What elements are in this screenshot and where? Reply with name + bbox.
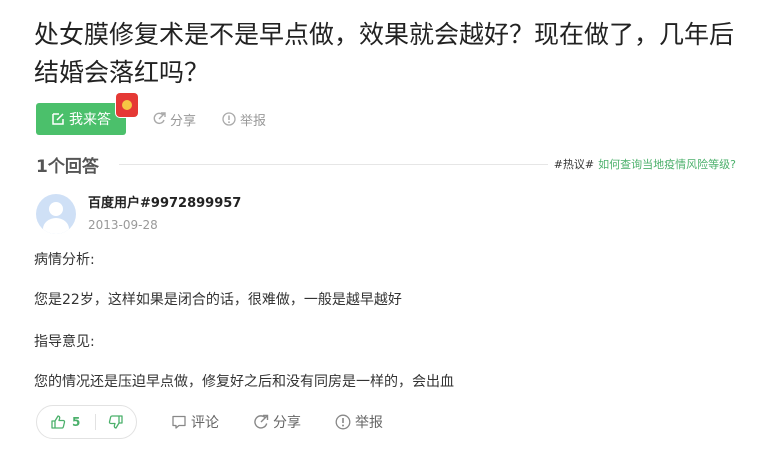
comment-label: 评论 <box>191 415 219 431</box>
like-button[interactable]: 5 <box>37 406 95 438</box>
user-name[interactable]: 百度用户#9972899957 <box>88 193 241 215</box>
red-packet-icon[interactable] <box>116 93 138 117</box>
dislike-button[interactable] <box>96 406 136 438</box>
share-label: 分享 <box>170 113 197 129</box>
answer-footer: 5 评论 分享 举报 <box>36 405 383 439</box>
thumbs-down-icon <box>108 415 123 429</box>
answer-date: 2013-09-28 <box>88 218 158 232</box>
answer-paragraph: 指导意见: <box>34 334 95 350</box>
share-link[interactable]: 分享 <box>152 110 196 129</box>
report-icon <box>222 112 236 126</box>
answers-header: 1个回答 #热议# 如何查询当地疫情风险等级? <box>36 152 736 177</box>
comment-button[interactable]: 评论 <box>171 412 219 432</box>
hot-topic-link[interactable]: 如何查询当地疫情风险等级? <box>598 156 736 172</box>
avatar[interactable] <box>36 194 76 234</box>
answer-button-label: 我来答 <box>69 112 111 128</box>
edit-icon <box>52 113 64 125</box>
report-link[interactable]: 举报 <box>222 110 266 129</box>
report-icon <box>335 414 351 430</box>
answer-paragraph: 您是22岁，这样如果是闭合的话，很难做，一般是越早越好 <box>34 292 402 308</box>
answer-author: 百度用户#9972899957 2013-09-28 <box>36 193 241 235</box>
hot-tag: #热议# <box>553 158 595 171</box>
question-title: 处女膜修复术是不是早点做，效果就会越好？现在做了，几年后结婚会落红吗？ <box>34 20 735 87</box>
answer-report-button[interactable]: 举报 <box>335 412 383 432</box>
answer-paragraph: 病情分析: <box>34 252 95 268</box>
question-actions: 我来答 分享 举报 <box>36 93 266 135</box>
answer-report-label: 举报 <box>355 415 383 431</box>
answer-paragraph: 您的情况还是压迫早点做，修复好之后和没有同房是一样的，会出血 <box>34 374 454 390</box>
share-icon <box>153 112 166 125</box>
comment-icon <box>172 415 186 429</box>
answer-share-button[interactable]: 分享 <box>253 412 301 432</box>
answer-share-label: 分享 <box>273 415 301 431</box>
share-icon <box>254 414 269 429</box>
report-label: 举报 <box>240 113 267 129</box>
answer-button[interactable]: 我来答 <box>36 93 138 135</box>
answers-count: 1个回答 <box>36 156 99 177</box>
vote-group: 5 <box>36 405 137 439</box>
like-count: 5 <box>72 415 81 429</box>
divider <box>118 163 548 165</box>
thumbs-up-icon <box>51 415 66 429</box>
